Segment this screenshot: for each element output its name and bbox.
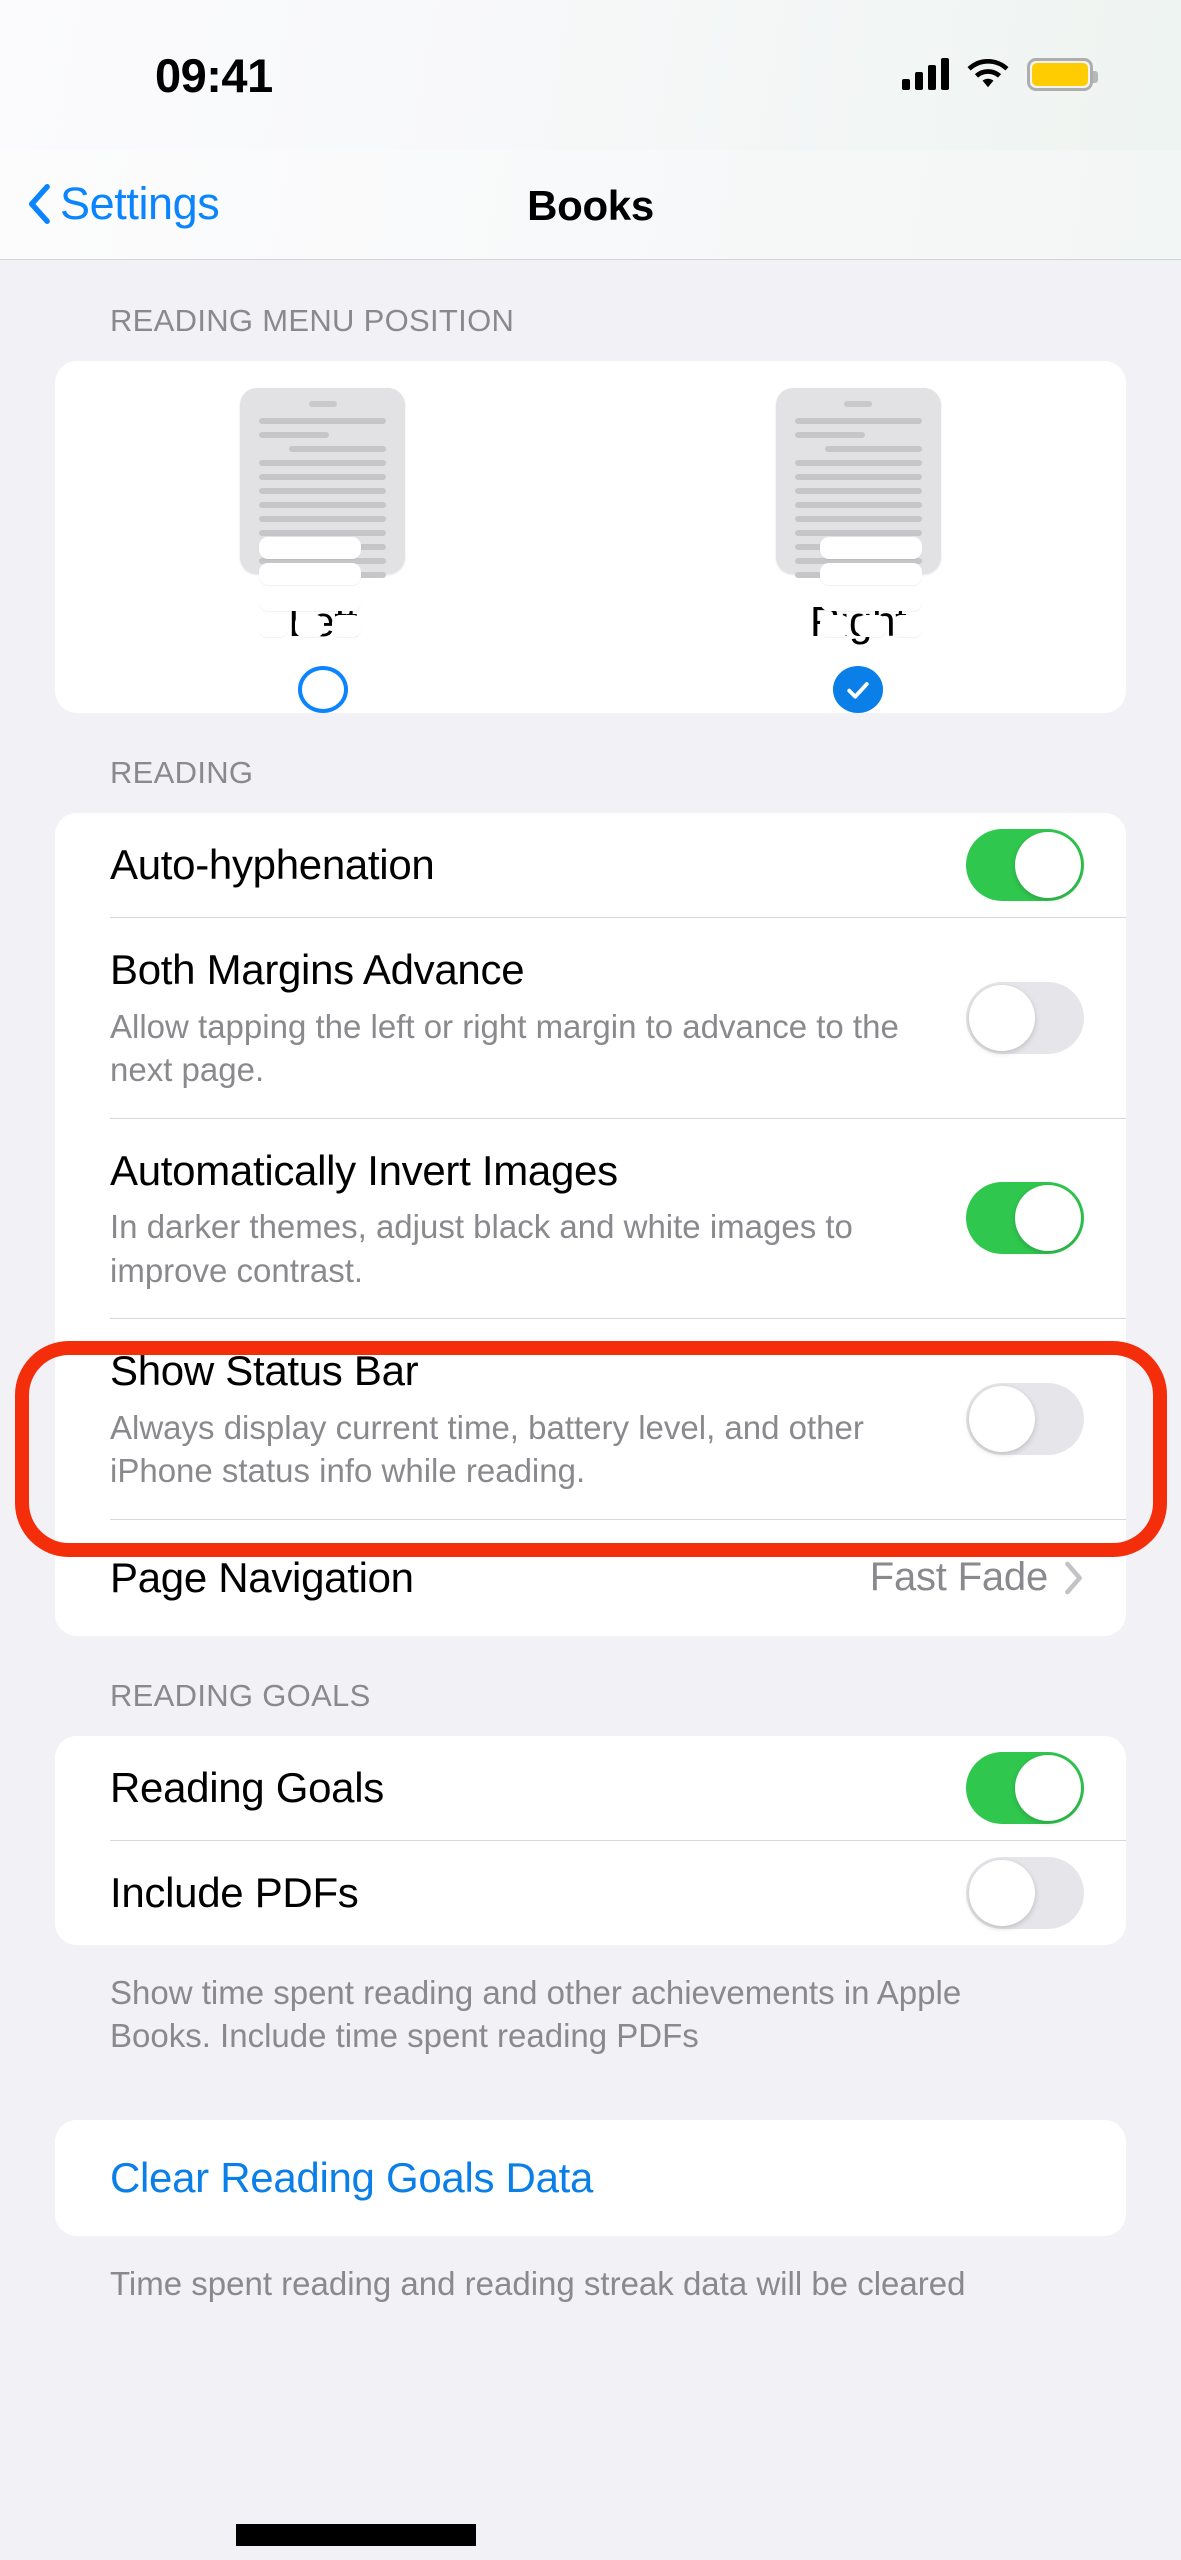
row-title: Automatically Invert Images [110,1146,618,1194]
status-bar-indicators [902,52,1098,96]
phone-notch [308,401,337,407]
menu-overlay-bar [819,537,922,559]
toggle-show-status-bar[interactable] [966,1382,1084,1455]
row-include-pdfs[interactable]: Include PDFs [55,1840,1126,1945]
row-title: Include PDFs [110,1868,359,1916]
row-show-status-bar[interactable]: Show Status Bar Always display current t… [55,1319,1126,1519]
menu-overlay-button [892,615,922,637]
row-clear-reading-goals-data[interactable]: Clear Reading Goals Data [55,2119,1126,2236]
settings-scroll-view[interactable]: READING MENU POSITION READING Auto-hyphe… [0,261,1181,2560]
row-title: Show Status Bar [110,1347,419,1395]
status-bar-time: 09:41 [155,49,273,102]
phone-notch [844,401,873,407]
clear-reading-goals-card: Clear Reading Goals Data [55,2119,1126,2236]
menu-overlay-button [332,615,362,637]
wifi-icon [967,58,1009,88]
menu-overlay-button [856,615,886,637]
section-header-menu-position: READING MENU POSITION [110,303,515,338]
cellular-bars-icon [902,58,949,90]
reading-goals-card: Reading Goals Include PDFs [55,1735,1126,1945]
toggle-both-margins-advance[interactable] [966,981,1084,1054]
row-title: Auto-hyphenation [110,840,435,888]
menu-overlay-bar [259,537,362,559]
phone-preview-right [775,388,941,637]
reading-card: Auto-hyphenation Both Margins Advance Al… [55,813,1126,1636]
page-navigation-value: Fast Fade [869,1555,1048,1600]
menu-overlay-bar [819,589,922,611]
clear-reading-goals-data-button[interactable]: Clear Reading Goals Data [110,2152,1056,2205]
chevron-right-icon [1065,1561,1082,1595]
menu-position-option-left[interactable]: Left [55,361,591,713]
row-auto-hyphenation[interactable]: Auto-hyphenation [55,813,1126,917]
toggle-automatically-invert-images[interactable] [966,1182,1084,1255]
row-title: Page Navigation [110,1553,414,1601]
row-subtitle: In darker themes, adjust black and white… [110,1208,853,1289]
menu-position-option-right[interactable]: Right [591,361,1127,713]
menu-overlay-button [259,615,289,637]
page-title: Books [527,182,654,229]
row-page-navigation[interactable]: Page Navigation Fast Fade [55,1519,1126,1636]
navigation-bar: Settings Books [0,150,1181,260]
menu-overlay-bar [259,563,362,585]
row-automatically-invert-images[interactable]: Automatically Invert Images In darker th… [55,1118,1126,1319]
reading-menu-position-card: Left [55,361,1126,713]
toggle-include-pdfs[interactable] [966,1856,1084,1929]
menu-overlay-bar [259,589,362,611]
menu-overlay-bar [819,563,922,585]
radio-left[interactable] [297,666,348,713]
row-title: Reading Goals [110,1763,384,1811]
section-footer-reading-goals: Show time spent reading and other achiev… [110,1973,962,2055]
battery-low-power-icon [1027,57,1098,91]
status-bar: 09:41 [0,0,1181,150]
row-subtitle: Always display current time, battery lev… [110,1408,864,1490]
section-footer-clear-data: Time spent reading and reading streak da… [110,2264,966,2302]
toggle-auto-hyphenation[interactable] [966,829,1084,901]
iphone-settings-screen: 09:41 Settings Books READING MENU POSITI… [0,0,1181,2560]
toggle-reading-goals[interactable] [966,1751,1084,1824]
checkmark-icon [847,681,869,699]
redaction-bar [236,2524,476,2546]
radio-right[interactable] [833,666,884,713]
row-both-margins-advance[interactable]: Both Margins Advance Allow tapping the l… [55,918,1126,1118]
row-subtitle: Allow tapping the left or right margin t… [110,1007,899,1089]
menu-overlay-button [295,615,325,637]
row-title: Both Margins Advance [110,946,525,993]
phone-preview-left [240,388,406,637]
section-header-reading-goals: READING GOALS [110,1677,371,1713]
menu-overlay-button [819,615,849,637]
section-header-reading: READING [110,755,254,790]
row-reading-goals[interactable]: Reading Goals [55,1735,1126,1840]
